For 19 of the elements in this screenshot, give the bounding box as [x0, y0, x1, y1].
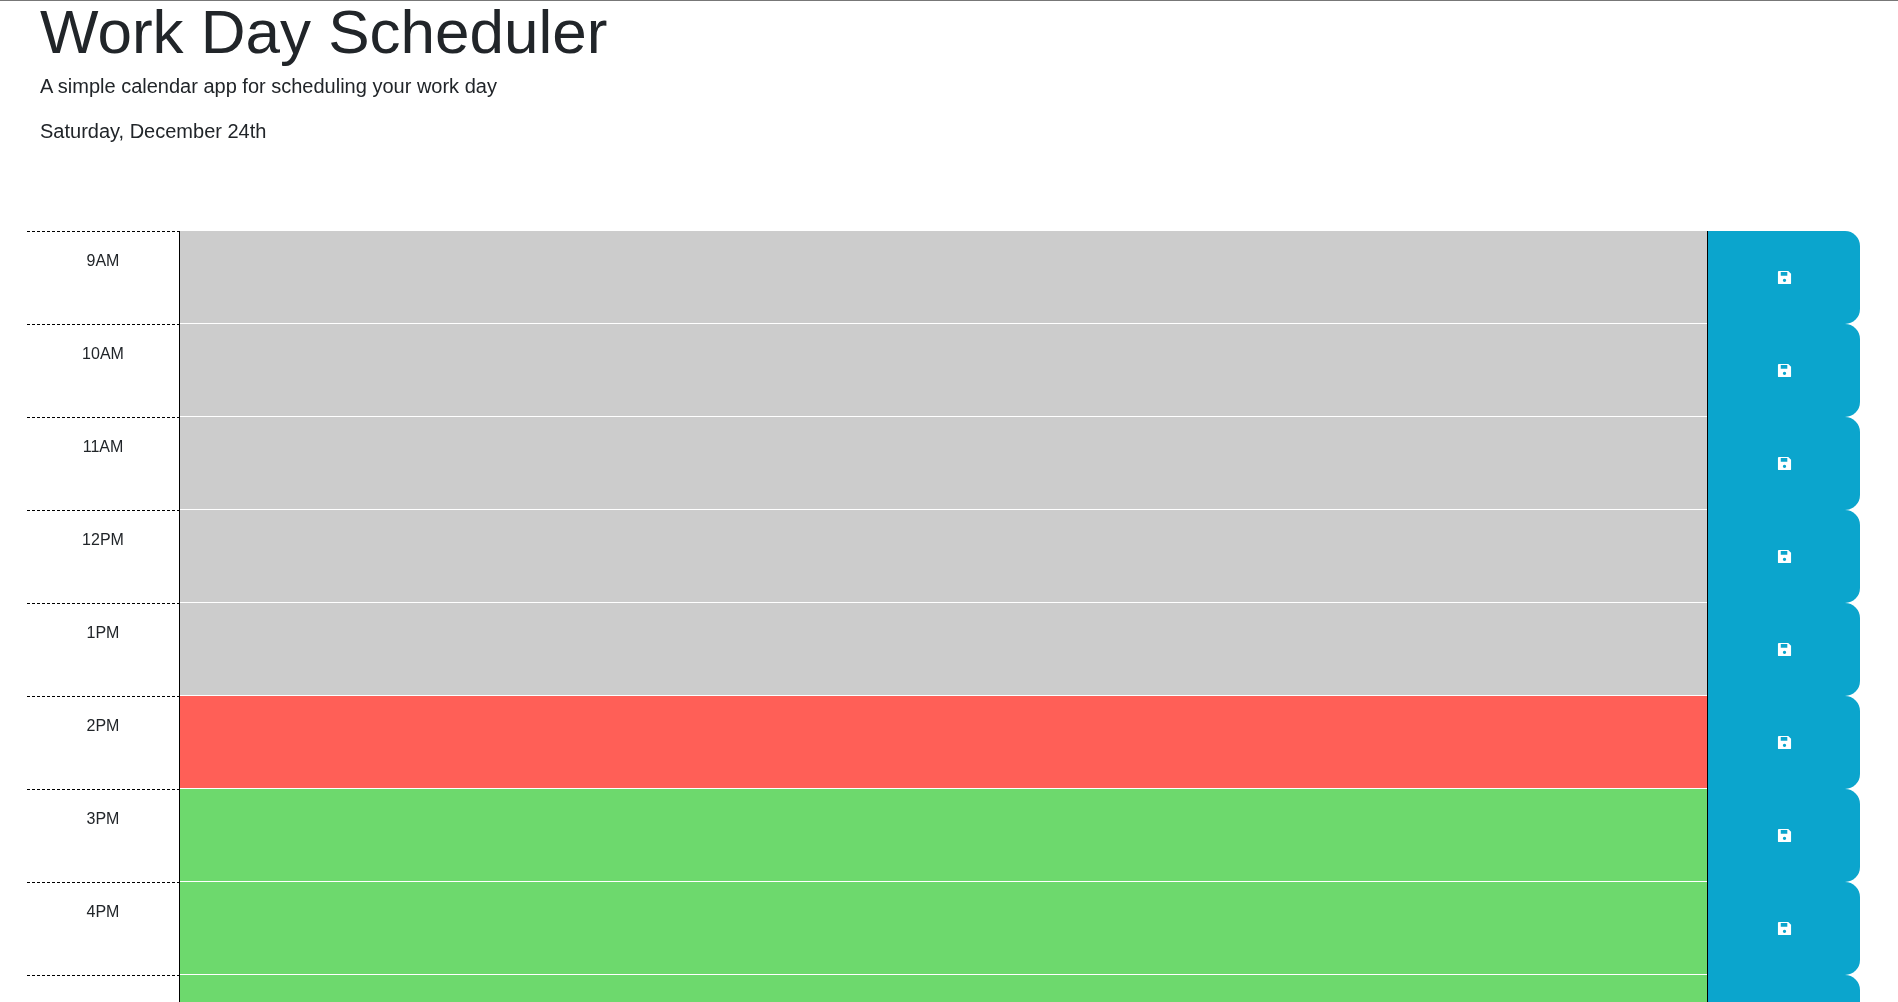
save-icon: [1776, 270, 1792, 285]
save-icon: [1776, 456, 1792, 471]
event-textarea[interactable]: [180, 882, 1707, 975]
event-textarea[interactable]: [180, 417, 1707, 510]
save-icon: [1776, 921, 1792, 936]
event-textarea[interactable]: [180, 696, 1707, 789]
event-textarea[interactable]: [180, 231, 1707, 324]
save-icon: [1776, 828, 1792, 843]
event-textarea[interactable]: [180, 324, 1707, 417]
save-icon: [1776, 549, 1792, 564]
current-date: Saturday, December 24th: [40, 120, 268, 143]
event-textarea[interactable]: [180, 789, 1707, 882]
save-icon: [1776, 363, 1792, 378]
save-icon: [1776, 642, 1792, 657]
page-subtitle: A simple calendar app for scheduling your work day: [40, 75, 498, 98]
save-button[interactable]: [1707, 231, 1860, 324]
event-textarea[interactable]: [180, 603, 1707, 696]
save-icon: [1776, 735, 1792, 750]
event-textarea[interactable]: [180, 510, 1707, 603]
